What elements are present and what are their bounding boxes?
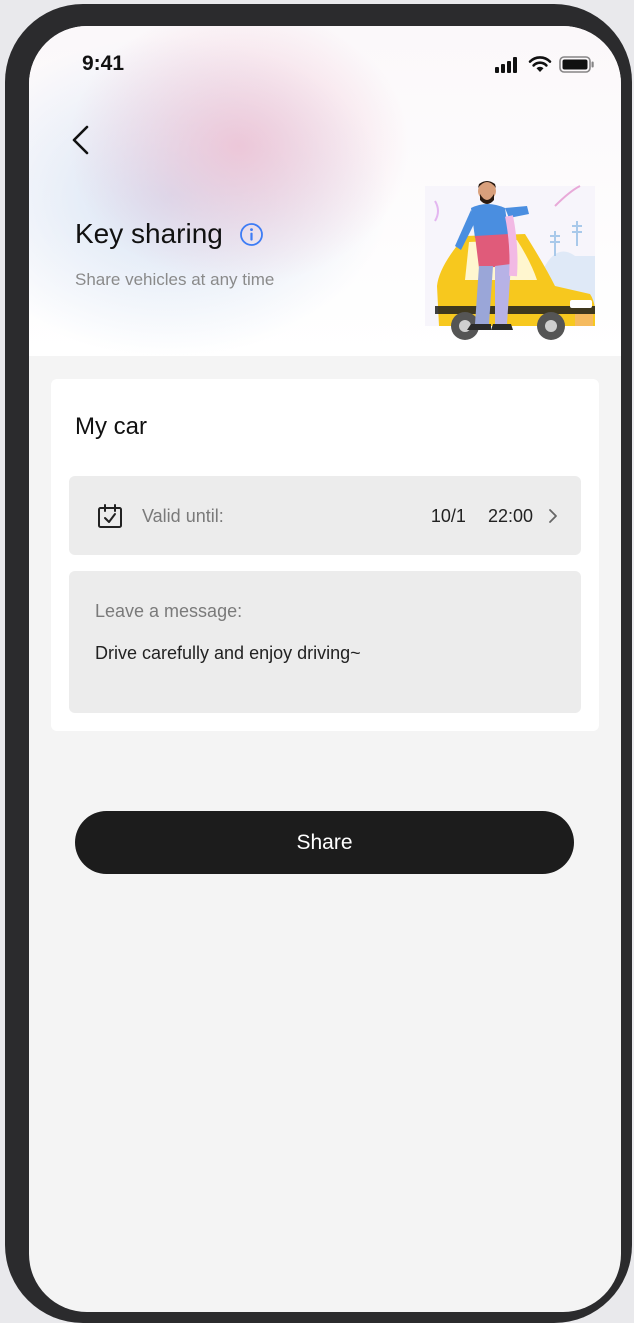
back-button[interactable] bbox=[65, 123, 99, 157]
header-hero: 9:41 Key sharing Share vehicles at any t… bbox=[29, 26, 621, 356]
calendar-check-icon bbox=[98, 504, 122, 528]
car-share-card: My car Valid until: 10/1 22:00 Leave a m… bbox=[51, 379, 599, 731]
valid-until-row[interactable]: Valid until: 10/1 22:00 bbox=[69, 476, 581, 555]
share-button[interactable]: Share bbox=[75, 811, 574, 874]
man-leaning-on-car-illustration bbox=[425, 181, 595, 340]
page-subtitle: Share vehicles at any time bbox=[75, 270, 275, 289]
status-icons bbox=[495, 56, 595, 73]
status-time: 9:41 bbox=[82, 52, 125, 75]
message-field[interactable]: Leave a message: Drive carefully and enj… bbox=[69, 571, 581, 713]
status-bar: 9:41 bbox=[29, 50, 621, 82]
battery-icon bbox=[559, 56, 594, 73]
message-text: Drive carefully and enjoy driving~ bbox=[95, 643, 361, 663]
info-circle-icon[interactable] bbox=[239, 222, 264, 247]
cellular-signal-icon bbox=[495, 56, 517, 73]
message-label: Leave a message: bbox=[95, 601, 243, 621]
card-title: My car bbox=[75, 413, 147, 440]
page-title: Key sharing bbox=[75, 218, 223, 249]
phone-screen: 9:41 Key sharing Share vehicles at any t… bbox=[29, 26, 621, 1312]
valid-until-value: 10/1 22:00 bbox=[430, 506, 533, 526]
wifi-icon bbox=[528, 56, 552, 72]
valid-until-label: Valid until: bbox=[142, 506, 224, 526]
phone-frame: 9:41 Key sharing Share vehicles at any t… bbox=[5, 4, 632, 1323]
title-row: Key sharing bbox=[75, 218, 264, 250]
chevron-right-icon bbox=[549, 509, 557, 523]
